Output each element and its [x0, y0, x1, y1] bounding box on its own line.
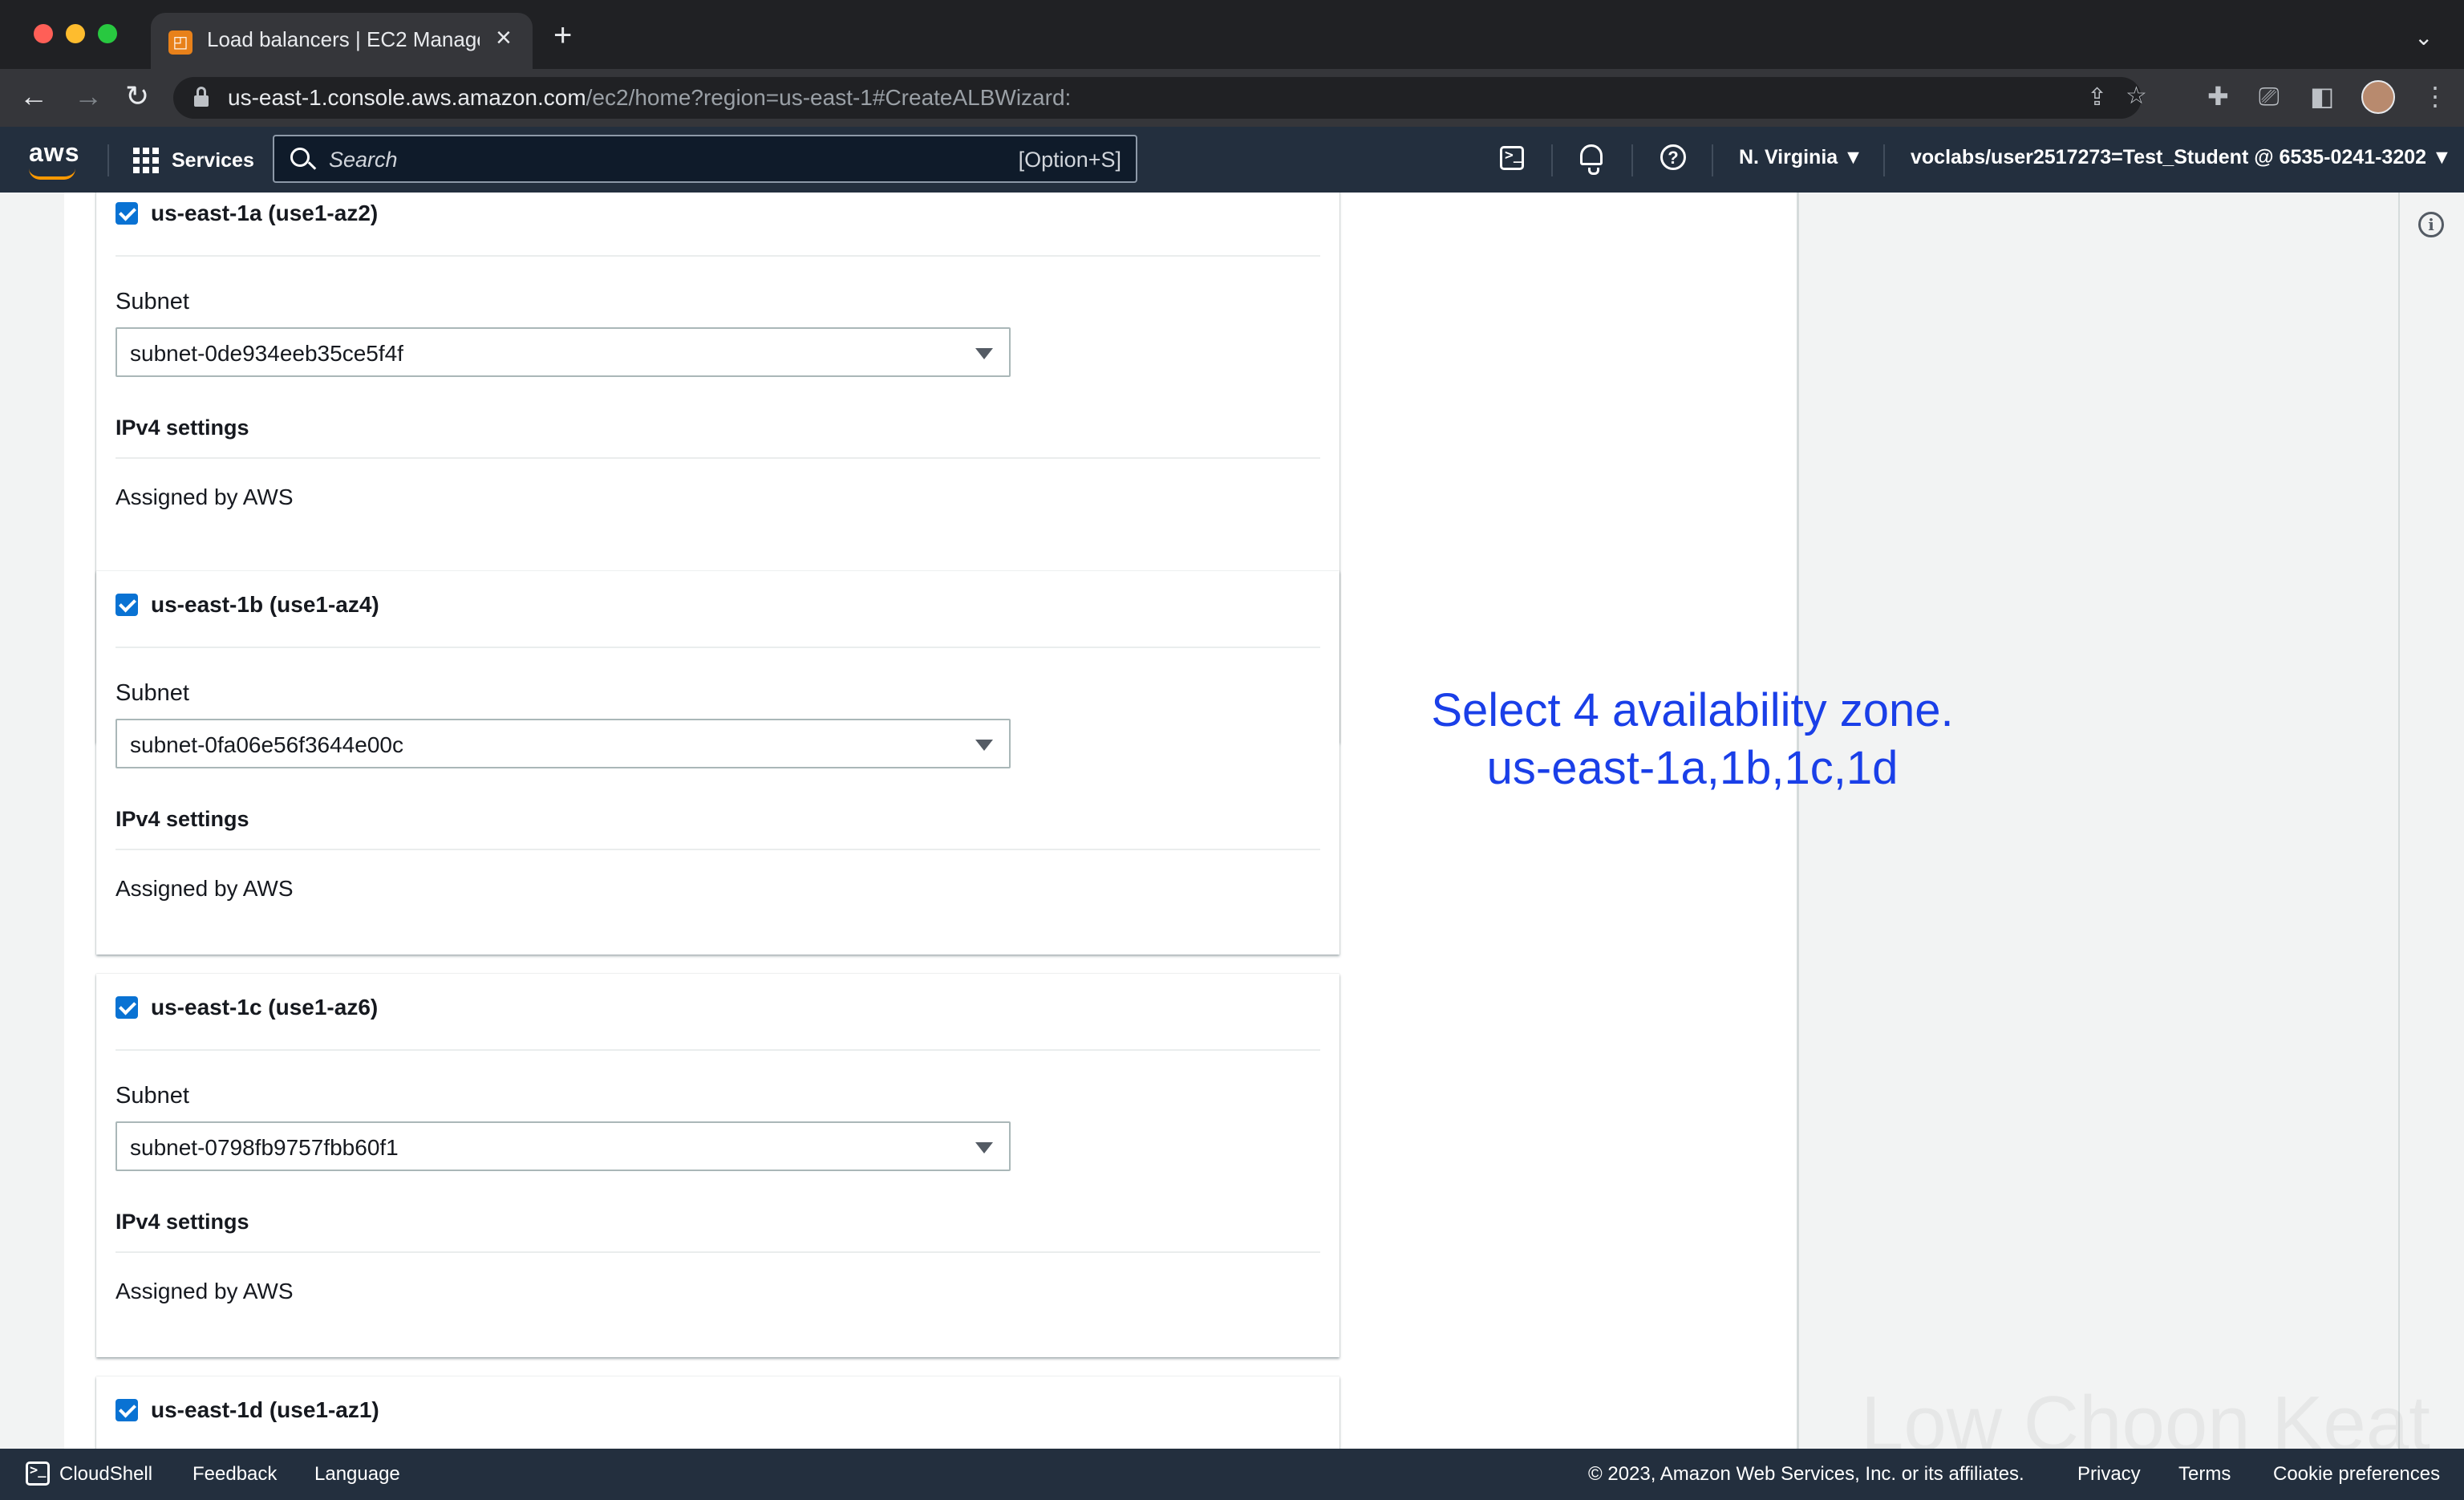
- browser-toolbar: ← → ↻ us-east-1.console.aws.amazon.com/e…: [0, 69, 2464, 127]
- nav-divider: [1712, 144, 1713, 176]
- subnet-select-value: subnet-0798fb9757fbb60f1: [130, 1135, 399, 1160]
- az-header: us-east-1d (use1-az1): [116, 1397, 1320, 1449]
- new-tab-button[interactable]: +: [553, 19, 572, 51]
- ipv4-settings-label: IPv4 settings: [116, 807, 249, 831]
- search-icon: [290, 148, 310, 167]
- extensions-puzzle-icon[interactable]: ✚: [2207, 80, 2229, 112]
- window-minimize-button[interactable]: [66, 24, 85, 43]
- info-icon[interactable]: i: [2418, 212, 2444, 237]
- reload-button[interactable]: ↻: [125, 79, 149, 114]
- subnet-select-value: subnet-0fa06e56f3644e00c: [130, 732, 403, 757]
- browser-tab-active[interactable]: ◰ Load balancers | EC2 Managem ×: [151, 13, 533, 69]
- window-zoom-button[interactable]: [98, 24, 117, 43]
- footer-cookie-preferences-link[interactable]: Cookie preferences: [2273, 1463, 2440, 1486]
- ipv4-settings-label: IPv4 settings: [116, 1210, 249, 1234]
- footer-feedback-link[interactable]: Feedback: [192, 1463, 277, 1486]
- subnet-select-value: subnet-0de934eeb35ce5f4f: [130, 341, 403, 366]
- divider: [116, 1251, 1320, 1253]
- az-header: us-east-1c (use1-az6): [116, 995, 1320, 1051]
- footer-terms-link[interactable]: Terms: [2178, 1463, 2231, 1486]
- subnet-select[interactable]: subnet-0798fb9757fbb60f1: [116, 1121, 1011, 1171]
- cloudshell-icon: [1500, 146, 1524, 170]
- caret-down-icon: [975, 740, 993, 751]
- footer-privacy-link[interactable]: Privacy: [2077, 1463, 2141, 1486]
- az-name: us-east-1c (use1-az6): [151, 995, 379, 1020]
- az-checkbox[interactable]: [116, 594, 138, 616]
- nav-divider: [107, 144, 109, 176]
- watermark: Low Choon Keat: [1861, 1380, 2430, 1449]
- window-close-button[interactable]: [34, 24, 53, 43]
- cloudshell-icon[interactable]: [26, 1461, 50, 1486]
- region-selector[interactable]: N. Virginia ▼: [1739, 146, 1863, 169]
- ipv4-assigned-value: Assigned by AWS: [116, 484, 294, 509]
- availability-zone-card: us-east-1d (use1-az1): [96, 1376, 1339, 1449]
- az-name: us-east-1b (use1-az4): [151, 592, 379, 617]
- services-label: Services: [172, 149, 254, 172]
- availability-zone-card: us-east-1c (use1-az6) Subnet subnet-0798…: [96, 974, 1339, 1357]
- lock-icon[interactable]: [194, 87, 209, 107]
- caret-down-icon: [975, 348, 993, 359]
- content-divider: [1797, 193, 1799, 1449]
- help-question-icon: ?: [1660, 144, 1686, 170]
- help-button[interactable]: ?: [1656, 141, 1691, 176]
- forward-button[interactable]: →: [74, 79, 103, 114]
- search-input[interactable]: [329, 146, 938, 173]
- ec2-favicon-icon: ◰: [168, 30, 192, 55]
- url-text: us-east-1.console.aws.amazon.com/ec2/hom…: [228, 85, 1072, 110]
- nav-divider: [1883, 144, 1885, 176]
- nav-divider: [1631, 144, 1633, 176]
- subnet-select[interactable]: subnet-0de934eeb35ce5f4f: [116, 327, 1011, 377]
- cast-icon[interactable]: ⎚: [2259, 80, 2280, 112]
- notifications-button[interactable]: [1574, 141, 1609, 176]
- tab-title: Load balancers | EC2 Managem: [207, 27, 480, 51]
- services-grid-icon: [133, 148, 159, 173]
- page-content: i us-east-1a (use1-az2) Subnet subnet-0d…: [0, 193, 2464, 1449]
- account-menu[interactable]: voclabs/user2517273=Test_Student @ 6535-…: [1911, 146, 2452, 169]
- caret-down-icon: [975, 1142, 993, 1153]
- subnet-label: Subnet: [116, 1083, 189, 1109]
- az-header: us-east-1a (use1-az2): [116, 201, 1320, 257]
- bell-icon: [1580, 144, 1603, 175]
- az-checkbox[interactable]: [116, 202, 138, 225]
- availability-zone-card: us-east-1b (use1-az4) Subnet subnet-0fa0…: [96, 571, 1339, 955]
- az-name: us-east-1a (use1-az2): [151, 201, 379, 225]
- subnet-label: Subnet: [116, 289, 189, 314]
- search-box[interactable]: [Option+S]: [273, 135, 1137, 183]
- tab-close-icon[interactable]: ×: [496, 24, 512, 51]
- browser-tabstrip: ◰ Load balancers | EC2 Managem × + ⌄: [0, 0, 2464, 69]
- aws-top-nav: aws Services [Option+S] ? N. Virginia ▼ …: [0, 127, 2464, 193]
- divider: [116, 849, 1320, 850]
- divider: [116, 457, 1320, 459]
- help-panel-border: [2398, 193, 2400, 1449]
- aws-logo-smile-icon: [29, 168, 75, 180]
- cloudshell-nav-button[interactable]: [1495, 141, 1530, 176]
- console-footer: CloudShell Feedback Language © 2023, Ama…: [0, 1449, 2464, 1500]
- az-checkbox[interactable]: [116, 1399, 138, 1421]
- ipv4-assigned-value: Assigned by AWS: [116, 1279, 294, 1303]
- annotation-line-1: Select 4 availability zone.: [1431, 684, 1954, 736]
- back-button[interactable]: ←: [19, 79, 48, 114]
- bookmark-star-icon[interactable]: ☆: [2126, 82, 2147, 110]
- az-header: us-east-1b (use1-az4): [116, 592, 1320, 648]
- tab-search-chevron-icon[interactable]: ⌄: [2414, 24, 2433, 51]
- az-name: us-east-1d (use1-az1): [151, 1397, 379, 1422]
- ipv4-assigned-value: Assigned by AWS: [116, 876, 294, 901]
- footer-language-link[interactable]: Language: [314, 1463, 400, 1486]
- search-shortcut-hint: [Option+S]: [1018, 148, 1121, 172]
- subnet-label: Subnet: [116, 680, 189, 706]
- share-icon[interactable]: ⇪: [2087, 83, 2107, 111]
- browser-menu-icon[interactable]: ⋮: [2422, 80, 2448, 112]
- profile-avatar[interactable]: [2361, 80, 2395, 114]
- tutorial-annotation: Select 4 availability zone. us-east-1a,1…: [1380, 682, 2005, 797]
- az-checkbox[interactable]: [116, 996, 138, 1019]
- annotation-line-2: us-east-1a,1b,1c,1d: [1486, 742, 1899, 794]
- aws-logo[interactable]: aws: [29, 138, 79, 168]
- subnet-select[interactable]: subnet-0fa06e56f3644e00c: [116, 719, 1011, 768]
- footer-copyright: © 2023, Amazon Web Services, Inc. or its…: [1588, 1463, 2024, 1485]
- nav-divider: [1551, 144, 1553, 176]
- ipv4-settings-label: IPv4 settings: [116, 416, 249, 440]
- address-bar[interactable]: us-east-1.console.aws.amazon.com/ec2/hom…: [173, 77, 2147, 119]
- side-panel-icon[interactable]: ◧: [2310, 80, 2334, 112]
- footer-cloudshell-link[interactable]: CloudShell: [59, 1463, 152, 1486]
